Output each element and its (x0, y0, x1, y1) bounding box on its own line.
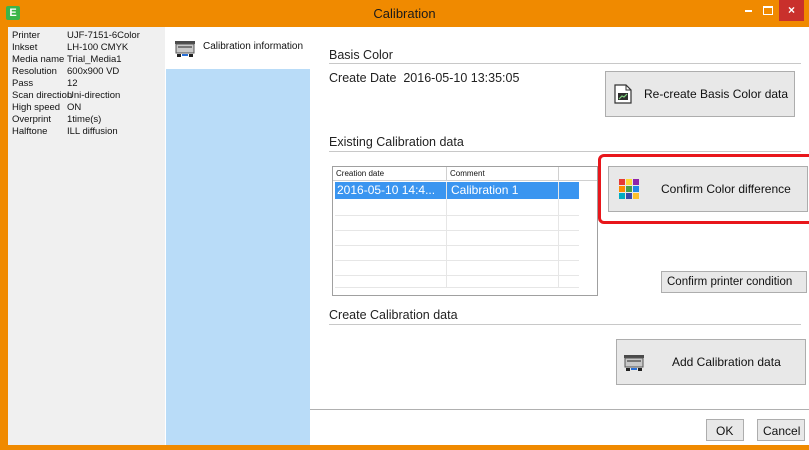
column-header-comment[interactable]: Comment (447, 167, 559, 181)
info-key: Media name (12, 54, 65, 65)
cancel-button[interactable]: Cancel (757, 419, 805, 441)
info-value: 12 (67, 78, 78, 89)
info-row: Overprint 1time(s) (12, 114, 101, 125)
calibration-table[interactable]: Creation date Comment 2016-05-10 14:4...… (332, 166, 598, 296)
create-date-label: Create Date (329, 71, 397, 85)
cell-creation-date: 2016-05-10 14:4... (337, 183, 436, 197)
info-row: Scan directionUni-direction (12, 90, 120, 101)
grid-line (335, 260, 579, 261)
column-header-creation-date[interactable]: Creation date (333, 167, 447, 181)
info-row: Inkset LH-100 CMYK (12, 42, 128, 53)
info-value: UJF-7151-6Color (67, 30, 140, 41)
highlight-frame (598, 154, 809, 224)
create-calibration-title: Create Calibration data (329, 308, 458, 322)
ok-button[interactable]: OK (706, 419, 744, 441)
nav-item-label: Calibration information (203, 41, 304, 52)
info-key: Resolution (12, 66, 57, 77)
title-bar[interactable]: E Calibration × (0, 0, 809, 27)
existing-calibration-title: Existing Calibration data (329, 135, 464, 149)
nav-item-calibration-information[interactable]: Calibration information (166, 27, 310, 69)
info-row: High speed ON (12, 102, 81, 113)
close-button[interactable]: × (779, 0, 804, 21)
create-date: Create Date 2016-05-10 13:35:05 (329, 71, 519, 85)
maximize-button[interactable] (758, 0, 778, 21)
confirm-printer-condition-button[interactable]: Confirm printer condition (661, 271, 807, 293)
info-key: Scan direction (12, 90, 73, 101)
info-key: Halftone (12, 126, 48, 137)
grid-line (558, 182, 559, 287)
add-calibration-data-button[interactable]: Add Calibration data (616, 339, 806, 385)
recreate-basis-color-button[interactable]: Re-create Basis Color data (605, 71, 795, 117)
info-value: ILL diffusion (67, 126, 118, 137)
cell-comment: Calibration 1 (451, 183, 519, 197)
info-value: 600x900 VD (67, 66, 120, 77)
section-divider (329, 324, 801, 325)
window-title: Calibration (373, 6, 436, 21)
info-row: Printer UJF-7151-6Color (12, 30, 140, 41)
grid-line (335, 230, 579, 231)
info-row: Halftone ILL diffusion (12, 126, 118, 137)
section-divider (329, 63, 801, 64)
printer-info-panel: Printer UJF-7151-6Color Inkset LH-100 CMYK… (8, 27, 165, 445)
main-panel: Basis Color Create Date 2016-05-10 13:35… (310, 27, 809, 445)
chart-document-icon (614, 84, 632, 104)
grid-line (446, 182, 447, 287)
info-key: Overprint (12, 114, 52, 125)
printer-icon (624, 355, 644, 371)
confirm-printer-condition-label: Confirm printer condition (667, 276, 793, 288)
section-divider (329, 151, 801, 152)
info-key: Inkset (12, 42, 38, 53)
info-value: 1time(s) (67, 114, 102, 125)
add-calibration-data-label: Add Calibration data (672, 355, 781, 369)
info-row: Media name Trial_Media1 (12, 54, 122, 65)
footer-divider (310, 409, 809, 410)
info-key: Pass (12, 78, 34, 89)
printer-icon (175, 41, 195, 57)
grid-line (335, 245, 579, 246)
recreate-basis-color-label: Re-create Basis Color data (644, 87, 789, 101)
cancel-label: Cancel (763, 424, 801, 438)
maximize-icon (763, 6, 773, 15)
info-value: Trial_Media1 (67, 54, 122, 65)
grid-line (335, 287, 579, 288)
grid-line (335, 215, 579, 216)
minimize-button[interactable] (739, 0, 757, 21)
info-key: Printer (12, 30, 40, 41)
info-value: LH-100 CMYK (67, 42, 129, 53)
info-value: Uni-direction (67, 90, 121, 101)
column-header-empty (559, 167, 597, 181)
info-row: Resolution 600x900 VD (12, 66, 119, 77)
client-area: Printer UJF-7151-6Color Inkset LH-100 CMYK… (8, 27, 809, 445)
minimize-icon (744, 10, 752, 12)
table-row[interactable]: 2016-05-10 14:4... Calibration 1 (335, 182, 579, 199)
calibration-window: E Calibration × Printer UJF-7151-6Color I… (0, 0, 809, 450)
nav-panel: Calibration information (166, 27, 310, 445)
create-date-value: 2016-05-10 13:35:05 (403, 71, 520, 85)
grid-line (335, 275, 579, 276)
info-row: Pass 12 (12, 78, 78, 89)
info-value: ON (67, 102, 82, 113)
ok-label: OK (716, 424, 734, 438)
basis-color-title: Basis Color (329, 48, 393, 62)
info-key: High speed (12, 102, 61, 113)
